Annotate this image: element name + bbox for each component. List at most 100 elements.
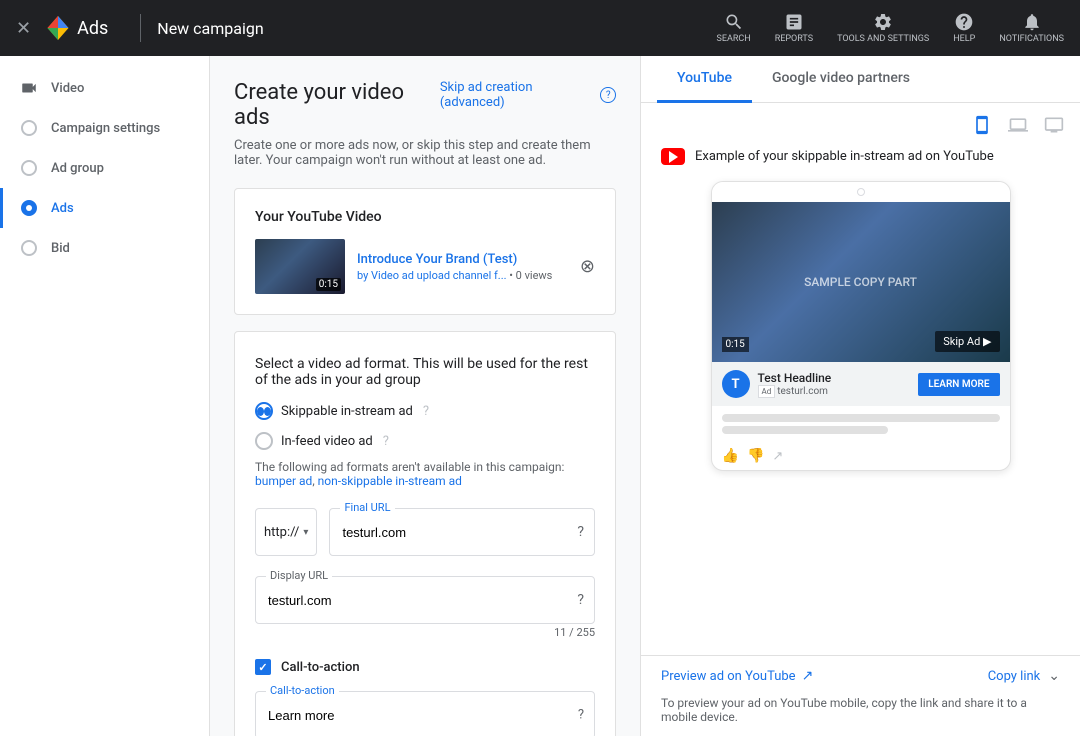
main-layout: Video Campaign settings Ad group Ads Bid	[0, 56, 1080, 736]
phone-notch-circle	[857, 188, 865, 196]
ad-info: Test Headline Ad testurl.com	[758, 371, 911, 398]
tab-youtube[interactable]: YouTube	[657, 56, 752, 103]
skippable-radio[interactable]: Skippable in-stream ad ?	[255, 402, 595, 420]
desc-line-1	[722, 414, 1000, 422]
campaign-title: New campaign	[157, 19, 716, 38]
final-url-input[interactable]	[330, 509, 594, 555]
cta-checkbox[interactable]	[255, 659, 271, 675]
display-url-input[interactable]	[256, 577, 594, 623]
tools-label: TOOLS AND SETTINGS	[837, 34, 929, 44]
sidebar: Video Campaign settings Ad group Ads Bid	[0, 56, 210, 736]
video-time-badge: 0:15	[722, 337, 749, 352]
remove-video-button[interactable]: ⊗	[580, 256, 595, 277]
sample-copy-text: SAMPLE COPY PART	[804, 275, 917, 289]
share-icon[interactable]: ↗	[772, 449, 783, 464]
sidebar-item-campaign-settings[interactable]: Campaign settings	[0, 108, 209, 148]
phone-notch	[712, 182, 1010, 202]
search-action[interactable]: SEARCH	[717, 12, 751, 44]
copy-link-area: Copy link ⌄	[988, 668, 1060, 684]
reports-label: REPORTS	[775, 34, 813, 44]
preview-ad-link[interactable]: Preview ad on YouTube ↗	[661, 668, 813, 684]
display-url-char-count: 11 / 255	[255, 626, 595, 639]
external-link-icon: ↗	[802, 668, 814, 684]
notifications-action[interactable]: NOTIFICATIONS	[999, 12, 1064, 44]
infeed-help-icon[interactable]: ?	[383, 434, 389, 449]
cta-field[interactable]: Call-to-action ?	[255, 691, 595, 736]
display-url-field[interactable]: Display URL ?	[255, 576, 595, 624]
final-url-field[interactable]: Final URL ?	[329, 508, 595, 556]
sidebar-label-campaign-settings: Campaign settings	[51, 121, 160, 136]
preview-link-row: Preview ad on YouTube ↗ Copy link ⌄	[641, 655, 1080, 696]
close-button[interactable]: ✕	[16, 18, 31, 39]
page-subtitle: Create one or more ads now, or skip this…	[234, 138, 616, 168]
copy-link-button[interactable]: Copy link	[988, 669, 1041, 684]
sidebar-item-ad-group[interactable]: Ad group	[0, 148, 209, 188]
advertiser-initial-icon: T	[722, 370, 750, 398]
thumbs-down-icon[interactable]: 👎	[747, 448, 764, 464]
help-label: HELP	[953, 34, 975, 44]
thumbs-up-icon[interactable]: 👍	[722, 448, 739, 464]
help-circle-icon: ?	[600, 87, 616, 103]
skip-ad-button[interactable]: Skip Ad ▶	[935, 331, 999, 352]
phone-video-area: SAMPLE COPY PART Skip Ad ▶ 0:15	[712, 202, 1010, 362]
protocol-value: http://	[264, 525, 299, 540]
help-action[interactable]: HELP	[953, 12, 975, 44]
bumper-ad-link[interactable]: bumper ad	[255, 474, 312, 488]
search-label: SEARCH	[717, 34, 751, 44]
sidebar-item-ads[interactable]: Ads	[0, 188, 209, 228]
sidebar-item-video[interactable]: Video	[0, 68, 209, 108]
topbar: ✕ Ads New campaign SEARCH REPORTS TOOLS …	[0, 0, 1080, 56]
tools-action[interactable]: TOOLS AND SETTINGS	[837, 12, 929, 44]
non-skippable-link[interactable]: non-skippable in-stream ad	[318, 474, 462, 488]
video-item: 0:15 Introduce Your Brand (Test) by Vide…	[255, 239, 595, 294]
skip-ad-creation-link[interactable]: Skip ad creation (advanced) ?	[440, 80, 616, 110]
mobile-device-icon[interactable]	[972, 115, 992, 140]
format-radio-group: Skippable in-stream ad ? In-feed video a…	[255, 402, 595, 450]
cta-checkbox-row[interactable]: Call-to-action	[255, 659, 595, 675]
preview-note: To preview your ad on YouTube mobile, co…	[641, 696, 1080, 736]
ad-headline: Test Headline	[758, 371, 911, 385]
video-name[interactable]: Introduce Your Brand (Test)	[357, 252, 568, 267]
tab-google-video-partners[interactable]: Google video partners	[752, 56, 930, 103]
skippable-help-icon[interactable]: ?	[423, 404, 429, 419]
video-sidebar-icon	[19, 78, 39, 98]
skippable-radio-circle	[255, 402, 273, 420]
panel-tabs: YouTube Google video partners	[641, 56, 1080, 103]
google-ads-logo: Ads	[43, 13, 108, 43]
bid-icon	[19, 238, 39, 258]
expand-icon[interactable]: ⌄	[1048, 668, 1060, 684]
infeed-label: In-feed video ad	[281, 434, 373, 449]
learn-more-button[interactable]: LEARN MORE	[918, 373, 999, 396]
video-duration-badge: 0:15	[316, 278, 341, 291]
cta-help-icon[interactable]: ?	[578, 708, 584, 723]
skippable-label: Skippable in-stream ad	[281, 404, 413, 419]
sidebar-item-bid[interactable]: Bid	[0, 228, 209, 268]
video-info: Introduce Your Brand (Test) by Video ad …	[357, 252, 568, 282]
preview-area: Example of your skippable in-stream ad o…	[641, 140, 1080, 655]
preview-label-row: Example of your skippable in-stream ad o…	[661, 148, 1060, 165]
cta-input[interactable]	[256, 692, 594, 736]
sidebar-label-ad-group: Ad group	[51, 161, 104, 176]
preview-label-text: Example of your skippable in-stream ad o…	[695, 149, 994, 164]
format-section: Select a video ad format. This will be u…	[255, 356, 595, 736]
infeed-radio[interactable]: In-feed video ad ?	[255, 432, 595, 450]
final-url-help-icon[interactable]: ?	[577, 524, 584, 540]
phone-desc-lines	[712, 406, 1010, 442]
ad-group-icon	[19, 158, 39, 178]
device-icons-row	[641, 103, 1080, 140]
video-thumbnail: 0:15	[255, 239, 345, 294]
ads-icon	[19, 198, 39, 218]
video-card-title: Your YouTube Video	[255, 209, 595, 225]
protocol-selector[interactable]: http:// ▾	[255, 508, 317, 556]
reports-action[interactable]: REPORTS	[775, 12, 813, 44]
display-url-help-icon[interactable]: ?	[577, 592, 584, 608]
tv-device-icon[interactable]	[1044, 115, 1064, 140]
desktop-device-icon[interactable]	[1008, 115, 1028, 140]
chevron-down-icon: ▾	[303, 527, 308, 538]
google-logo-icon	[43, 13, 73, 43]
unavailable-formats-text: The following ad formats aren't availabl…	[255, 460, 595, 488]
phone-mockup: SAMPLE COPY PART Skip Ad ▶ 0:15 T Test H…	[711, 181, 1011, 471]
video-channel-link[interactable]: by Video ad upload channel f...	[357, 269, 507, 282]
video-meta: by Video ad upload channel f... • 0 view…	[357, 269, 568, 282]
phone-like-icons: 👍 👎 ↗	[722, 448, 784, 464]
